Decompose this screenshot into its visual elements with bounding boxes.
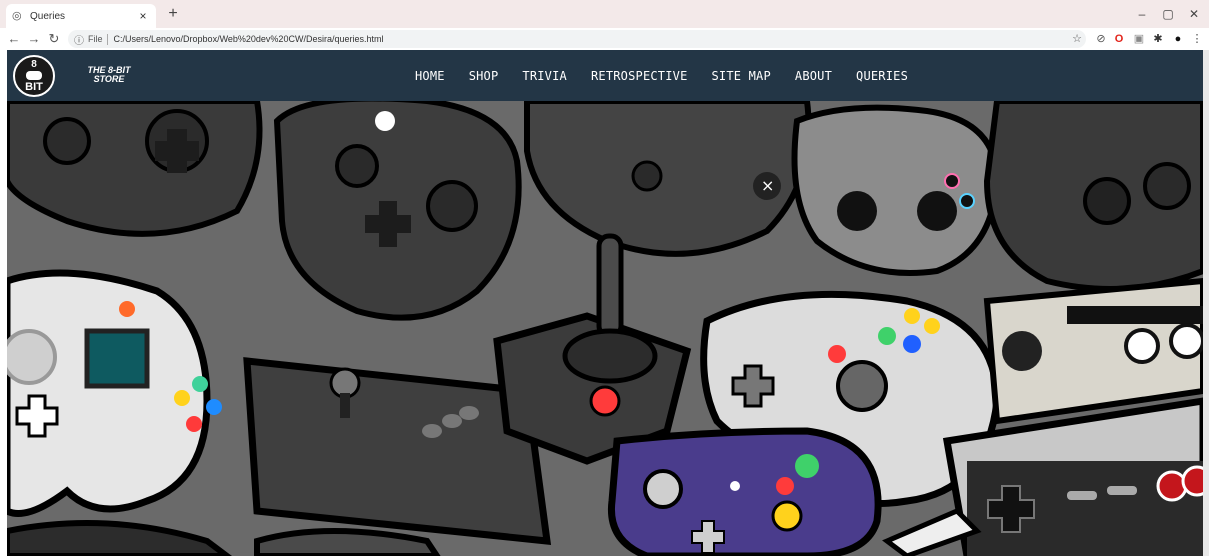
url-text[interactable]: C:/Users/Lenovo/Dropbox/Web%20dev%20CW/D… xyxy=(114,34,384,44)
browser-window: ◎ Queries × + – ▢ ✕ ← → ↻ ⓘ File C:/User… xyxy=(0,0,1209,556)
address-bar[interactable]: ⓘ File C:/Users/Lenovo/Dropbox/Web%20dev… xyxy=(68,30,1086,48)
nav-home[interactable]: HOME xyxy=(415,69,445,83)
nav-site-map[interactable]: SITE MAP xyxy=(712,69,771,83)
globe-icon: ◎ xyxy=(12,10,22,22)
gamepad-icon xyxy=(26,71,42,80)
toolbar: ← → ↻ ⓘ File C:/Users/Lenovo/Dropbox/Web… xyxy=(0,28,1209,50)
main-menu: HOME SHOP TRIVIA RETROSPECTIVE SITE MAP … xyxy=(415,50,932,101)
back-icon[interactable]: ← xyxy=(6,30,22,48)
brand-name[interactable]: THE 8-BIT STORE xyxy=(79,66,139,84)
minimize-button[interactable]: – xyxy=(1132,5,1152,23)
close-window-button[interactable]: ✕ xyxy=(1184,5,1204,23)
logo-number: 8 xyxy=(31,59,37,70)
tab-title: Queries xyxy=(30,10,66,22)
star-icon[interactable]: ☆ xyxy=(1070,31,1084,47)
info-icon[interactable]: ⓘ xyxy=(74,32,84,47)
reload-icon[interactable]: ↻ xyxy=(46,30,62,48)
svg-text:×: × xyxy=(761,176,774,195)
new-tab-button[interactable]: + xyxy=(164,5,182,23)
tab-close-icon[interactable]: × xyxy=(136,9,150,23)
browser-tab[interactable]: ◎ Queries × xyxy=(6,4,156,28)
scheme-label: File xyxy=(88,34,103,44)
hero-controllers-image: × xyxy=(7,101,1203,556)
page-scrollbar[interactable] xyxy=(1203,50,1209,556)
nav-retrospective[interactable]: RETROSPECTIVE xyxy=(591,69,688,83)
nav-shop[interactable]: SHOP xyxy=(469,69,499,83)
menu-icon[interactable]: ⋮ xyxy=(1190,31,1204,47)
page-viewport: 8 BIT THE 8-BIT STORE HOME SHOP TRIVIA R… xyxy=(7,50,1203,556)
forward-icon[interactable]: → xyxy=(26,30,42,48)
nav-about[interactable]: ABOUT xyxy=(795,69,832,83)
nav-trivia[interactable]: TRIVIA xyxy=(522,69,567,83)
site-logo[interactable]: 8 BIT xyxy=(13,55,55,97)
logo-word: BIT xyxy=(25,81,43,93)
extension-icon[interactable]: ▣ xyxy=(1132,31,1146,47)
tab-strip: ◎ Queries × + – ▢ ✕ xyxy=(0,0,1209,28)
puzzle-icon[interactable]: ✱ xyxy=(1151,31,1165,47)
brand-line-2: STORE xyxy=(93,74,125,84)
nav-queries[interactable]: QUERIES xyxy=(856,69,908,83)
profile-icon[interactable]: ● xyxy=(1171,31,1185,47)
site-navbar: 8 BIT THE 8-BIT STORE HOME SHOP TRIVIA R… xyxy=(7,50,1203,101)
opera-icon[interactable]: O xyxy=(1112,31,1126,47)
divider xyxy=(106,33,108,45)
block-icon[interactable]: ⊘ xyxy=(1094,31,1108,47)
maximize-button[interactable]: ▢ xyxy=(1158,5,1178,23)
